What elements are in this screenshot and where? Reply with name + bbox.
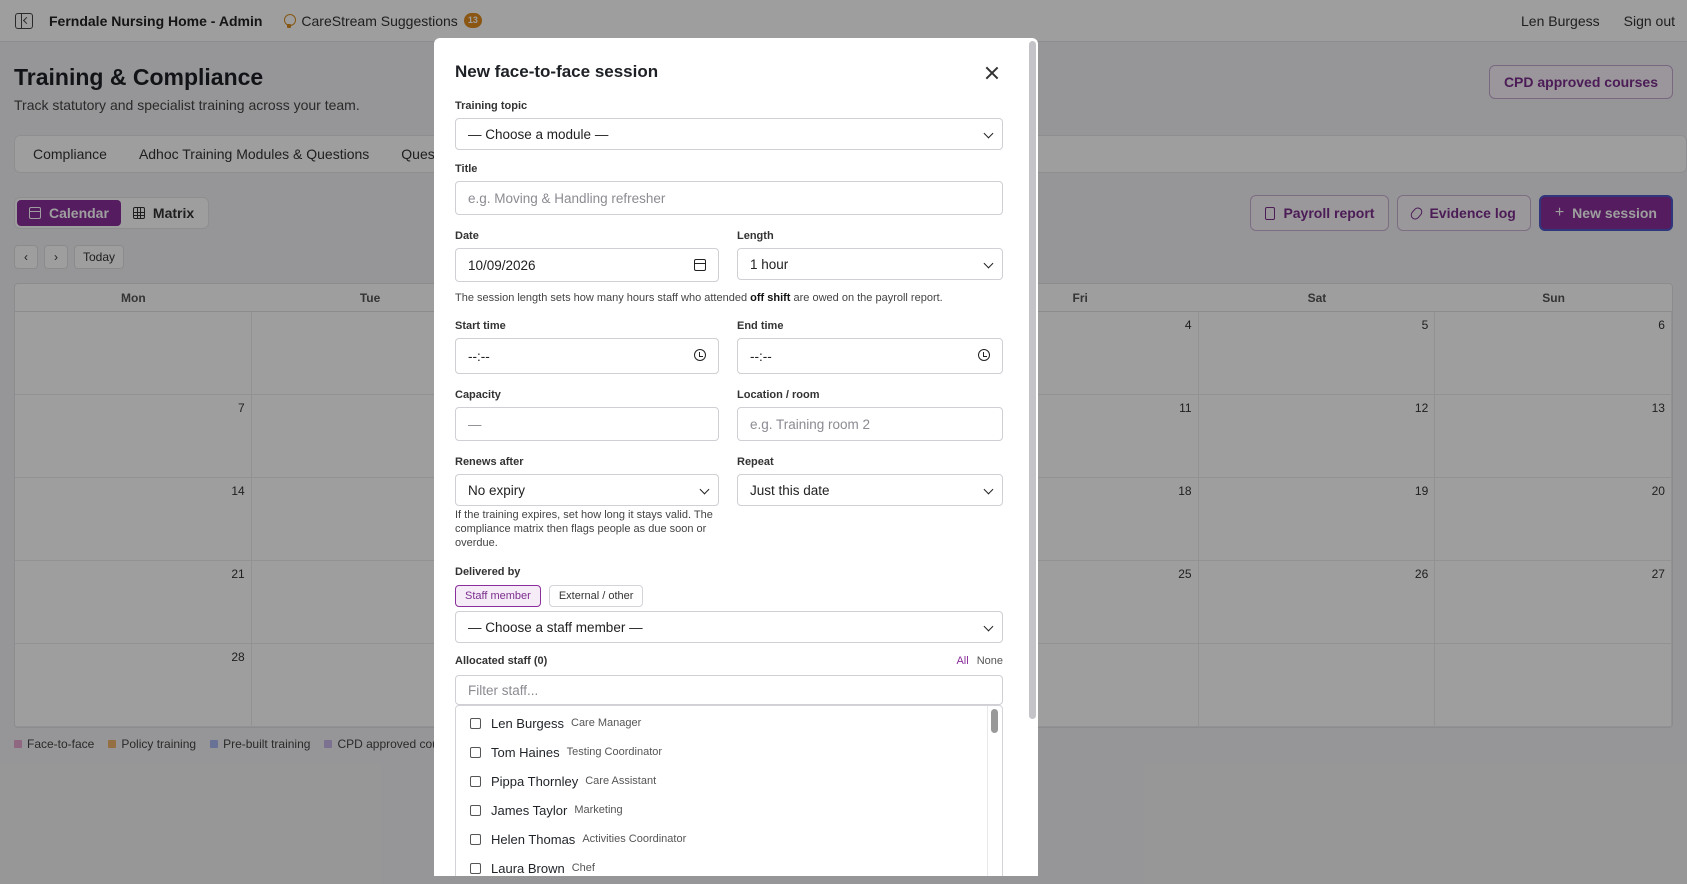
- staff-role: Care Assistant: [585, 775, 657, 787]
- training-topic-value: — Choose a module —: [468, 126, 609, 142]
- allocated-staff-label: Allocated staff (0): [455, 655, 548, 667]
- length-label: Length: [737, 230, 774, 242]
- calendar-picker-icon[interactable]: [694, 259, 706, 271]
- delivered-by-toggle: Staff member External / other: [455, 585, 644, 607]
- clock-icon[interactable]: [978, 349, 990, 361]
- capacity-label: Capacity: [455, 389, 501, 401]
- length-help-pre: The session length sets how many hours s…: [455, 292, 751, 304]
- repeat-value: Just this date: [750, 482, 830, 498]
- end-time-label: End time: [737, 320, 784, 332]
- staff-list-item[interactable]: James Taylor Marketing: [470, 800, 623, 820]
- staff-name: James Taylor: [491, 802, 568, 818]
- length-help-bold: off shift: [750, 292, 791, 304]
- staff-name: Len Burgess: [491, 715, 564, 731]
- start-time-value: --:--: [468, 348, 490, 364]
- chevron-down-icon: [983, 258, 994, 269]
- close-icon[interactable]: [985, 66, 999, 80]
- repeat-select[interactable]: Just this date: [737, 474, 1003, 506]
- end-time-value: --:--: [750, 348, 772, 364]
- staff-checkbox-list: Len Burgess Care Manager Tom Haines Testing…: [455, 705, 1003, 876]
- date-input[interactable]: 10/09/2026: [455, 248, 719, 282]
- staff-member-select[interactable]: — Choose a staff member —: [455, 611, 1003, 643]
- staff-checkbox[interactable]: [470, 862, 481, 874]
- staff-checkbox[interactable]: [470, 804, 481, 816]
- chevron-down-icon: [983, 128, 994, 139]
- capacity-input[interactable]: —: [455, 407, 719, 441]
- chevron-down-icon: [699, 484, 710, 495]
- chevron-down-icon: [983, 621, 994, 632]
- staff-checkbox[interactable]: [470, 833, 481, 845]
- date-label: Date: [455, 230, 479, 242]
- staff-member-option[interactable]: Staff member: [455, 585, 541, 607]
- staff-list-scrollbar[interactable]: [991, 709, 998, 733]
- staff-name: Tom Haines: [491, 744, 560, 760]
- select-none-link[interactable]: None: [977, 655, 1003, 667]
- renews-help-text: If the training expires, set how long it…: [455, 509, 713, 549]
- staff-list-item[interactable]: Len Burgess Care Manager: [470, 713, 641, 733]
- staff-list-item[interactable]: Laura Brown Chef: [470, 858, 595, 876]
- staff-name: Helen Thomas: [491, 831, 576, 847]
- staff-name: Laura Brown: [491, 860, 565, 876]
- staff-name: Pippa Thornley: [491, 773, 579, 789]
- renews-after-value: No expiry: [468, 482, 526, 498]
- length-select[interactable]: 1 hour: [737, 248, 1003, 280]
- external-other-option[interactable]: External / other: [548, 585, 644, 607]
- staff-list-item[interactable]: Pippa Thornley Care Assistant: [470, 771, 656, 791]
- staff-list-item[interactable]: Helen Thomas Activities Coordinator: [470, 829, 686, 849]
- renews-after-label: Renews after: [455, 456, 524, 468]
- start-time-label: Start time: [455, 320, 506, 332]
- select-all-link[interactable]: All: [956, 655, 968, 667]
- length-help-post: are owed on the payroll report.: [790, 292, 943, 304]
- repeat-label: Repeat: [737, 456, 774, 468]
- filter-staff-input[interactable]: Filter staff...: [455, 675, 1003, 705]
- delivered-by-label: Delivered by: [455, 566, 521, 578]
- title-label: Title: [455, 163, 478, 175]
- staff-role: Chef: [571, 862, 595, 874]
- location-input[interactable]: e.g. Training room 2: [737, 407, 1003, 441]
- start-time-input[interactable]: --:--: [455, 338, 719, 374]
- renews-after-select[interactable]: No expiry: [455, 474, 719, 506]
- training-topic-label: Training topic: [455, 100, 528, 112]
- chevron-down-icon: [983, 484, 994, 495]
- staff-list-item[interactable]: Tom Haines Testing Coordinator: [470, 742, 662, 762]
- staff-checkbox[interactable]: [470, 775, 481, 787]
- new-session-modal: New face-to-face session Training topic …: [434, 38, 1038, 876]
- length-value: 1 hour: [750, 256, 789, 272]
- staff-checkbox[interactable]: [470, 746, 481, 758]
- modal-scrollbar[interactable]: [1029, 41, 1036, 719]
- staff-checkbox[interactable]: [470, 717, 481, 729]
- training-topic-select[interactable]: — Choose a module —: [455, 118, 1003, 150]
- end-time-input[interactable]: --:--: [737, 338, 1003, 374]
- staff-list-scroll-track: [987, 706, 988, 876]
- modal-title: New face-to-face session: [455, 62, 659, 81]
- clock-icon[interactable]: [694, 349, 706, 361]
- title-input[interactable]: e.g. Moving & Handling refresher: [455, 181, 1003, 215]
- location-label: Location / room: [737, 389, 820, 401]
- date-value: 10/09/2026: [468, 257, 536, 273]
- staff-role: Care Manager: [571, 717, 642, 729]
- staff-role: Marketing: [574, 804, 623, 816]
- staff-member-value: — Choose a staff member —: [468, 619, 643, 635]
- staff-role: Activities Coordinator: [582, 833, 687, 845]
- length-help-text: The session length sets how many hours s…: [455, 291, 1015, 305]
- staff-role: Testing Coordinator: [566, 746, 663, 758]
